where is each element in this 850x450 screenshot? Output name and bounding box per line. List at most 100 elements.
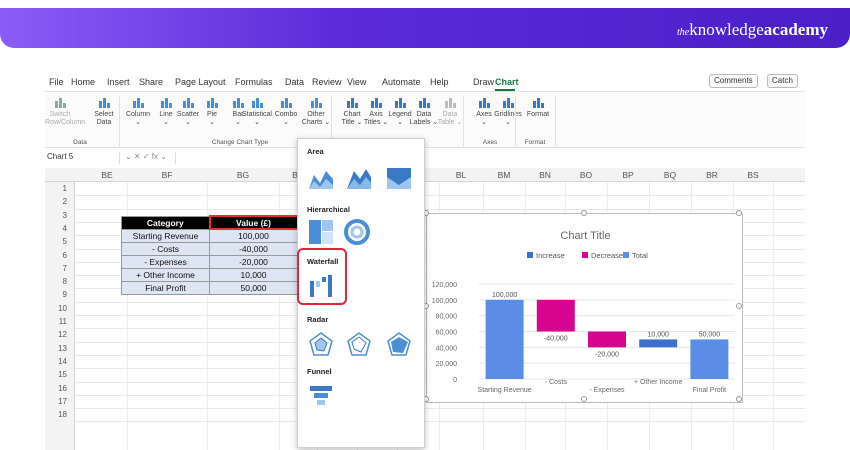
data-label: 10,000 xyxy=(647,331,669,338)
formula-controls[interactable]: ⌄ ✕ ✓ fx ⌄ xyxy=(125,152,167,161)
ribbon-separator xyxy=(119,96,120,146)
ribbon-data-table-button[interactable]: Data Table ⌄ xyxy=(435,95,465,127)
column-header[interactable]: BM xyxy=(483,170,525,180)
y-tick-label: 40,000 xyxy=(436,345,458,352)
row-header[interactable]: 15 xyxy=(45,370,75,379)
column-header[interactable]: BS xyxy=(733,170,773,180)
column-header[interactable]: BG xyxy=(207,170,279,180)
column-header[interactable]: BQ xyxy=(649,170,691,180)
row-header[interactable]: 3 xyxy=(45,211,75,220)
menu-insert[interactable]: Insert xyxy=(107,77,130,87)
column-header[interactable]: BN xyxy=(525,170,565,180)
row-header[interactable]: 12 xyxy=(45,330,75,339)
column-header[interactable]: BL xyxy=(439,170,483,180)
ribbon-sublabel: ⌄ xyxy=(505,119,511,126)
table-cell[interactable]: -40,000 xyxy=(209,241,298,256)
table-cell[interactable]: Final Profit xyxy=(121,280,210,295)
row-header[interactable]: 2 xyxy=(45,197,75,206)
waterfall-bar[interactable] xyxy=(485,299,524,379)
stacked-area-icon[interactable] xyxy=(346,165,372,191)
y-tick-label: 100,000 xyxy=(432,298,457,305)
table-cell[interactable]: 100,000 xyxy=(209,228,298,243)
row-header[interactable]: 10 xyxy=(45,304,75,313)
waterfall-bar[interactable] xyxy=(588,331,626,348)
ribbon-gridlines-button[interactable]: Gridlines ⌄ xyxy=(493,95,523,127)
ribbon-format-button[interactable]: Format xyxy=(523,95,553,119)
header-category[interactable]: Category xyxy=(121,215,210,230)
menu-help[interactable]: Help xyxy=(430,77,449,87)
menu-chart[interactable]: Chart xyxy=(495,77,519,87)
waterfall-chart[interactable]: Chart Title Increase Decrease Total 0 20,000 4… xyxy=(423,210,743,403)
menu-automate[interactable]: Automate xyxy=(382,77,421,87)
data-table[interactable]: Category Value (£) Starting Revenue 100,0… xyxy=(121,215,299,295)
column-header[interactable]: BE xyxy=(87,170,127,180)
funnel-chart-icon[interactable] xyxy=(308,383,334,409)
column-header[interactable]: BO xyxy=(565,170,607,180)
row-header[interactable]: 8 xyxy=(45,277,75,286)
waterfall-bar[interactable] xyxy=(690,339,729,379)
menu-home[interactable]: Home xyxy=(71,77,95,87)
menu-share[interactable]: Share xyxy=(139,77,163,87)
chart-title[interactable]: Chart Title xyxy=(560,230,610,242)
line-chart-icon xyxy=(161,98,172,108)
row-header[interactable]: 9 xyxy=(45,290,75,299)
resize-handle[interactable] xyxy=(581,396,587,402)
x-category-label: + Other Income xyxy=(634,379,683,386)
column-header[interactable]: BP xyxy=(607,170,649,180)
row-header[interactable]: 5 xyxy=(45,237,75,246)
ribbon-statistical-chart-button[interactable]: Statistical ⌄ xyxy=(242,95,272,127)
menu-page-layout[interactable]: Page Layout xyxy=(175,77,226,87)
row-header[interactable]: 11 xyxy=(45,317,75,326)
treemap-icon[interactable] xyxy=(308,219,334,245)
waterfall-bar[interactable] xyxy=(536,299,575,332)
row-header[interactable]: 18 xyxy=(45,410,75,419)
menu-file[interactable]: File xyxy=(49,77,64,87)
ribbon-switch-row-column-button[interactable]: Switch Row/Column xyxy=(45,95,85,127)
filled-radar-icon[interactable] xyxy=(386,331,412,357)
table-cell[interactable]: - Costs xyxy=(121,241,210,256)
ribbon-other-charts-button[interactable]: Other Charts ⌄ xyxy=(301,95,331,127)
row-header[interactable]: 17 xyxy=(45,397,75,406)
row-header[interactable]: 13 xyxy=(45,344,75,353)
ribbon-column-chart-button[interactable]: Column ⌄ xyxy=(123,95,153,127)
ribbon-select-data-button[interactable]: Select Data xyxy=(89,95,119,127)
waterfall-highlight xyxy=(297,248,347,305)
column-header[interactable]: BR xyxy=(691,170,733,180)
row-header[interactable]: 6 xyxy=(45,251,75,260)
resize-handle[interactable] xyxy=(581,210,587,216)
resize-handle[interactable] xyxy=(736,210,742,216)
table-cell[interactable]: - Expenses xyxy=(121,254,210,269)
catch-up-button[interactable]: Catch xyxy=(767,74,798,88)
resize-handle[interactable] xyxy=(736,396,742,402)
comments-button[interactable]: Comments xyxy=(709,74,758,88)
ribbon-combo-chart-button[interactable]: Combo ⌄ xyxy=(271,95,301,127)
radar-markers-icon[interactable] xyxy=(346,331,372,357)
percent-area-icon[interactable] xyxy=(386,165,412,191)
table-cell[interactable]: + Other Income xyxy=(121,267,210,282)
radar-chart-icon[interactable] xyxy=(308,331,334,357)
menu-formulas[interactable]: Formulas xyxy=(235,77,273,87)
sunburst-icon[interactable] xyxy=(344,219,370,245)
table-cell[interactable]: 50,000 xyxy=(209,280,298,295)
row-header[interactable]: 4 xyxy=(45,224,75,233)
chart-canvas: Chart Title Increase Decrease Total 0 20,000 4… xyxy=(432,230,735,394)
menu-view[interactable]: View xyxy=(347,77,366,87)
table-cell[interactable]: -20,000 xyxy=(209,254,298,269)
name-box[interactable]: Chart 5 xyxy=(45,152,120,164)
row-header[interactable]: 14 xyxy=(45,357,75,366)
menu-review[interactable]: Review xyxy=(312,77,342,87)
area-chart-icon[interactable] xyxy=(308,165,334,191)
formula-input[interactable] xyxy=(175,152,805,164)
column-header[interactable]: BF xyxy=(127,170,207,180)
table-cell[interactable]: 10,000 xyxy=(209,267,298,282)
ribbon-separator xyxy=(463,96,464,146)
row-header[interactable]: 7 xyxy=(45,264,75,273)
table-cell[interactable]: Starting Revenue xyxy=(121,228,210,243)
resize-handle[interactable] xyxy=(736,303,742,309)
waterfall-bar[interactable] xyxy=(639,339,678,348)
header-value[interactable]: Value (£) xyxy=(208,215,299,230)
menu-draw[interactable]: Draw xyxy=(473,77,494,87)
row-header[interactable]: 16 xyxy=(45,384,75,393)
row-header[interactable]: 1 xyxy=(45,184,75,193)
menu-data[interactable]: Data xyxy=(285,77,304,87)
